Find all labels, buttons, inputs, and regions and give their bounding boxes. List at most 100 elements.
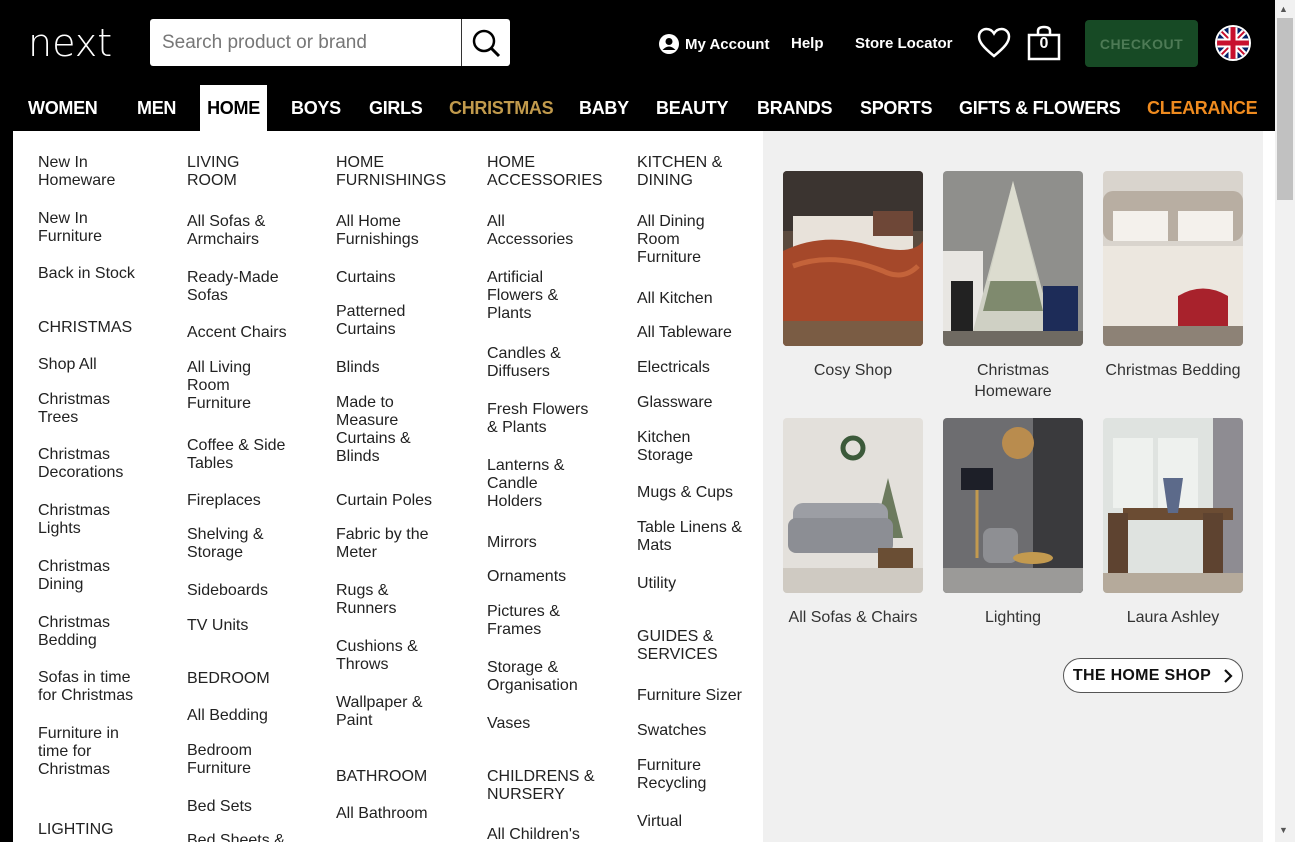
menu-link[interactable]: Curtain Poles (336, 492, 456, 510)
next-logo[interactable]: next (28, 24, 112, 62)
menu-link[interactable]: All Bathroom (336, 805, 456, 823)
menu-heading[interactable]: BATHROOM (336, 768, 427, 786)
menu-link[interactable]: Christmas Trees (38, 391, 138, 427)
menu-heading[interactable]: LIGHTING (38, 821, 114, 839)
menu-heading[interactable]: GUIDES & SERVICES (637, 628, 747, 664)
menu-heading[interactable]: CHRISTMAS (38, 319, 132, 337)
menu-link[interactable]: All Bedding (187, 707, 297, 725)
nav-girls[interactable]: GIRLS (369, 85, 423, 131)
shopping-bag-button[interactable]: 0 (1027, 25, 1061, 66)
favourites-button[interactable] (977, 27, 1011, 64)
menu-link[interactable]: Ready-Made Sofas (187, 269, 287, 305)
menu-link[interactable]: Furniture Sizer (637, 687, 757, 705)
menu-link[interactable]: Sofas in time for Christmas (38, 669, 150, 705)
menu-link[interactable]: Accent Chairs (187, 324, 307, 342)
menu-heading[interactable]: HOME ACCESSORIES (487, 154, 607, 190)
featured-tile-lighting[interactable]: Lighting (943, 418, 1083, 628)
nav-home[interactable]: HOME (200, 85, 267, 131)
menu-heading[interactable]: BEDROOM (187, 670, 270, 688)
featured-tile-laura-ashley[interactable]: Laura Ashley (1103, 418, 1243, 628)
uk-flag-icon[interactable] (1215, 25, 1251, 61)
menu-link[interactable]: Coffee & Side Tables (187, 437, 302, 473)
scrollbar-thumb[interactable] (1277, 18, 1293, 200)
nav-clearance[interactable]: CLEARANCE (1147, 85, 1258, 131)
help-link[interactable]: Help (791, 35, 824, 52)
menu-link[interactable]: All Living Room Furniture (187, 359, 277, 413)
menu-link[interactable]: All Children's (487, 826, 607, 842)
menu-link[interactable]: All Accessories (487, 213, 587, 249)
menu-link[interactable]: Rugs & Runners (336, 582, 426, 618)
menu-link[interactable]: Table Linens & Mats (637, 519, 752, 555)
menu-link[interactable]: Patterned Curtains (336, 303, 426, 339)
menu-link[interactable]: All Home Furnishings (336, 213, 436, 249)
menu-link[interactable]: Curtains (336, 269, 446, 287)
menu-link[interactable]: Utility (637, 575, 747, 593)
my-account-link[interactable]: My Account (659, 34, 769, 54)
menu-link[interactable]: Vases (487, 715, 597, 733)
menu-link[interactable]: Bedroom Furniture (187, 742, 277, 778)
scroll-down-arrow-icon[interactable]: ▼ (1279, 825, 1288, 835)
menu-link[interactable]: Bed Sets (187, 798, 297, 816)
menu-link[interactable]: All Sofas & Armchairs (187, 213, 287, 249)
nav-beauty[interactable]: BEAUTY (656, 85, 729, 131)
menu-link[interactable]: Christmas Bedding (38, 614, 138, 650)
menu-heading[interactable]: CHILDRENS & NURSERY (487, 768, 607, 804)
menu-link[interactable]: Shelving & Storage (187, 526, 287, 562)
menu-link[interactable]: Shop All (38, 356, 148, 374)
menu-link[interactable]: Christmas Decorations (38, 446, 148, 482)
menu-link[interactable]: Bed Sheets & (187, 832, 297, 842)
menu-link[interactable]: New In Furniture (38, 210, 138, 246)
menu-heading[interactable]: HOME FURNISHINGS (336, 154, 456, 190)
menu-link[interactable]: All Kitchen (637, 290, 747, 308)
menu-link[interactable]: Lanterns & Candle Holders (487, 457, 577, 511)
nav-men[interactable]: MEN (137, 85, 176, 131)
menu-link[interactable]: Virtual (637, 813, 747, 831)
featured-tile-christmas-bedding[interactable]: Christmas Bedding (1103, 171, 1243, 381)
menu-link[interactable]: Fireplaces (187, 492, 297, 510)
search-input[interactable] (150, 19, 461, 66)
menu-link[interactable]: Swatches (637, 722, 747, 740)
menu-heading[interactable]: KITCHEN & DINING (637, 154, 747, 190)
menu-link[interactable]: Back in Stock (38, 265, 158, 283)
menu-link[interactable]: Fresh Flowers & Plants (487, 401, 597, 437)
nav-christmas[interactable]: CHRISTMAS (449, 85, 554, 131)
menu-link[interactable]: Wallpaper & Paint (336, 694, 436, 730)
menu-link[interactable]: Glassware (637, 394, 747, 412)
featured-tile-cosy-shop[interactable]: Cosy Shop (783, 171, 923, 381)
menu-link[interactable]: Storage & Organisation (487, 659, 597, 695)
menu-link[interactable]: Mugs & Cups (637, 484, 747, 502)
featured-tile-all-sofas-chairs[interactable]: All Sofas & Chairs (783, 418, 923, 628)
menu-link[interactable]: TV Units (187, 617, 297, 635)
menu-link[interactable]: Christmas Lights (38, 502, 138, 538)
nav-sports[interactable]: SPORTS (860, 85, 933, 131)
menu-link[interactable]: Furniture Recycling (637, 757, 727, 793)
scroll-up-arrow-icon[interactable]: ▲ (1279, 4, 1288, 14)
menu-link[interactable]: Electricals (637, 359, 747, 377)
nav-brands[interactable]: BRANDS (757, 85, 833, 131)
home-shop-button[interactable]: THE HOME SHOP (1063, 658, 1243, 693)
store-locator-link[interactable]: Store Locator (855, 35, 953, 52)
menu-link[interactable]: Made to Measure Curtains & Blinds (336, 394, 426, 466)
menu-link[interactable]: Sideboards (187, 582, 297, 600)
checkout-button[interactable]: CHECKOUT (1085, 20, 1198, 67)
menu-link[interactable]: Blinds (336, 359, 446, 377)
search-button[interactable] (461, 19, 510, 66)
featured-tile-christmas-homeware[interactable]: Christmas Homeware (943, 171, 1083, 402)
menu-link[interactable]: Fabric by the Meter (336, 526, 436, 562)
menu-link[interactable]: Christmas Dining (38, 558, 138, 594)
nav-baby[interactable]: BABY (579, 85, 629, 131)
menu-link[interactable]: Mirrors (487, 534, 597, 552)
menu-link[interactable]: New In Homeware (38, 154, 138, 190)
menu-link[interactable]: All Tableware (637, 324, 757, 342)
nav-gifts-flowers[interactable]: GIFTS & FLOWERS (959, 85, 1121, 131)
menu-link[interactable]: Kitchen Storage (637, 429, 727, 465)
menu-link[interactable]: Candles & Diffusers (487, 345, 577, 381)
menu-link[interactable]: Artificial Flowers & Plants (487, 269, 577, 323)
menu-link[interactable]: Furniture in time for Christmas (38, 725, 138, 779)
menu-link[interactable]: Pictures & Frames (487, 603, 577, 639)
nav-boys[interactable]: BOYS (291, 85, 341, 131)
menu-link[interactable]: All Dining Room Furniture (637, 213, 727, 267)
menu-link[interactable]: Cushions & Throws (336, 638, 431, 674)
menu-link[interactable]: Ornaments (487, 568, 597, 586)
nav-women[interactable]: WOMEN (28, 85, 98, 131)
